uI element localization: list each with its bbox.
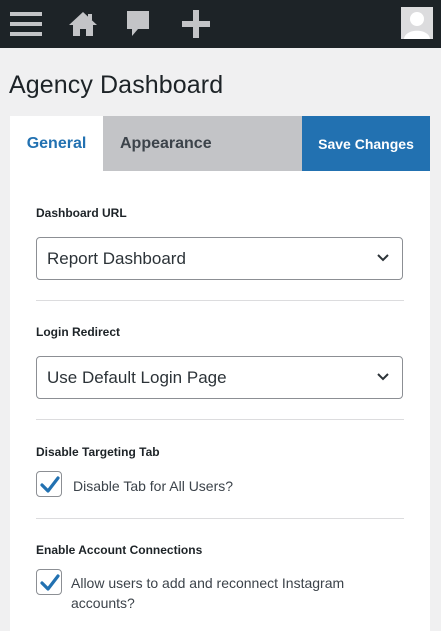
divider <box>36 300 404 301</box>
settings-tabs: General Appearance Save Changes <box>10 116 430 171</box>
disable-targeting-label: Disable Targeting Tab <box>36 445 160 459</box>
home-icon[interactable] <box>57 0 109 48</box>
tab-general[interactable]: General <box>10 116 103 171</box>
divider <box>36 518 404 519</box>
checkmark-icon <box>40 476 60 493</box>
login-redirect-label: Login Redirect <box>36 325 121 339</box>
chevron-down-icon <box>377 373 389 381</box>
divider <box>36 419 404 420</box>
account-connections-label: Enable Account Connections <box>36 543 203 557</box>
login-redirect-value: Use Default Login Page <box>47 367 227 387</box>
page-title: Agency Dashboard <box>9 71 224 99</box>
plus-icon[interactable] <box>170 0 222 48</box>
menu-icon[interactable] <box>0 0 52 48</box>
dashboard-url-select[interactable]: Report Dashboard <box>36 237 403 280</box>
tab-appearance[interactable]: Appearance <box>103 116 302 171</box>
login-redirect-select[interactable]: Use Default Login Page <box>36 356 403 399</box>
dashboard-url-label: Dashboard URL <box>36 206 127 220</box>
checkmark-icon <box>40 574 60 591</box>
save-changes-button[interactable]: Save Changes <box>302 116 430 171</box>
comment-icon[interactable] <box>112 0 164 48</box>
admin-bar <box>0 0 441 48</box>
disable-tab-option-label: Disable Tab for All Users? <box>73 478 234 494</box>
dashboard-url-value: Report Dashboard <box>47 248 186 268</box>
settings-panel: Dashboard URL Report Dashboard Login Red… <box>10 171 430 631</box>
avatar[interactable] <box>401 7 433 39</box>
chevron-down-icon <box>377 254 389 262</box>
allow-reconnect-checkbox[interactable] <box>36 569 62 595</box>
allow-reconnect-option-label: Allow users to add and reconnect Instagr… <box>71 575 345 611</box>
disable-tab-checkbox[interactable] <box>36 471 62 497</box>
